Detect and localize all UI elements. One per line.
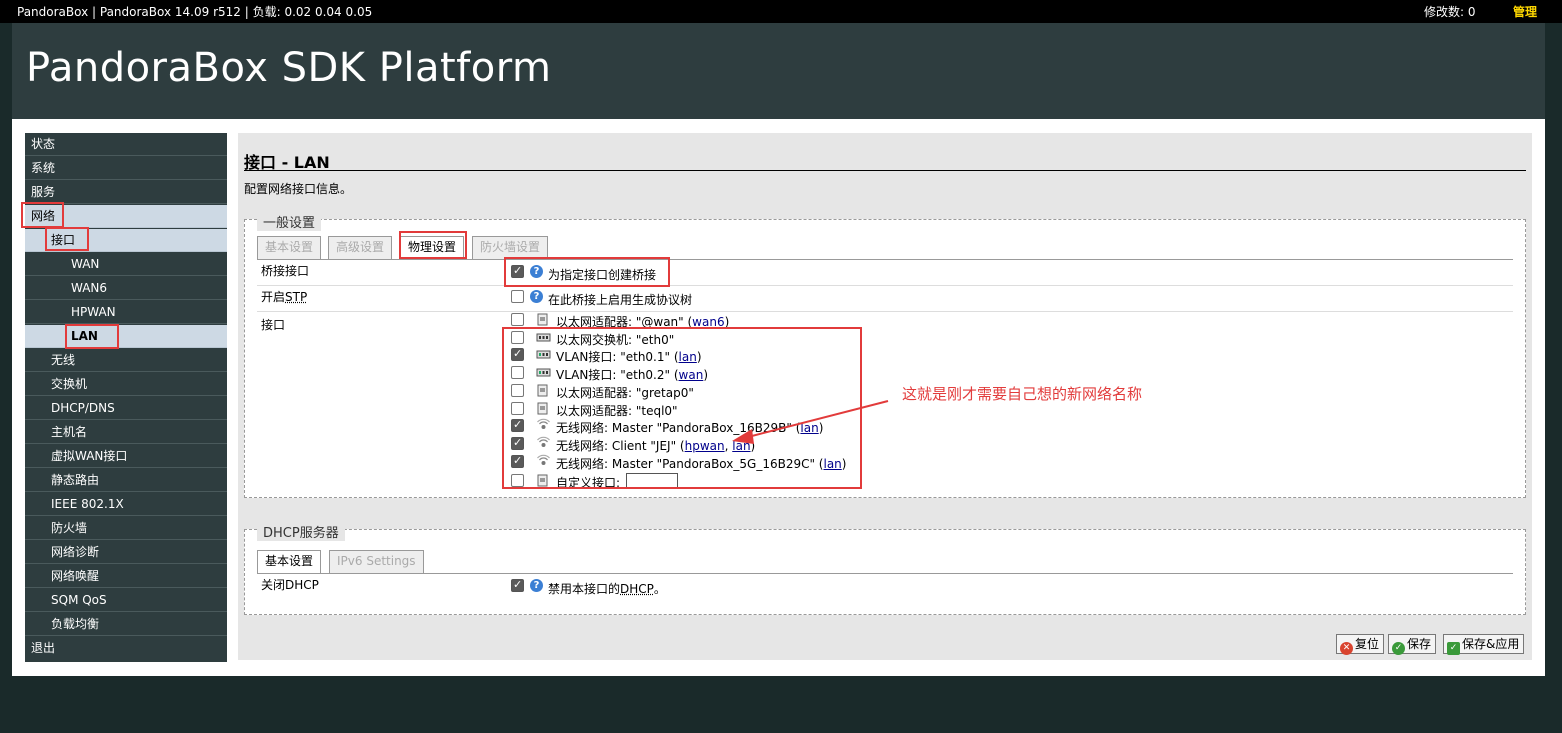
- annotation-text: 这就是刚才需要自己想的新网络名称: [902, 385, 1143, 403]
- save-apply-label: 保存&应用: [1462, 637, 1520, 651]
- reset-label: 复位: [1355, 637, 1380, 651]
- nav-iface-wan6[interactable]: WAN6: [25, 277, 227, 300]
- apply-icon: ✓: [1447, 642, 1460, 655]
- nav-wireless[interactable]: 无线: [25, 349, 227, 372]
- dhcp-disable-description: 禁用本接口的DHCP。: [548, 580, 666, 597]
- save-label: 保存: [1407, 637, 1432, 651]
- status-title: PandoraBox | PandoraBox 14.09 r512 | 负载:…: [17, 5, 373, 19]
- nav-diagnostics[interactable]: 网络诊断: [25, 541, 227, 564]
- dhcp-desc-prefix: 禁用本接口的: [548, 582, 621, 596]
- nav-iface-wan[interactable]: WAN: [25, 253, 227, 276]
- highlight-nav-lan: [65, 324, 119, 349]
- nav-logout[interactable]: 退出: [25, 637, 227, 660]
- nav-hostnames[interactable]: 主机名: [25, 421, 227, 444]
- top-status-bar: PandoraBox | PandoraBox 14.09 r512 | 负载:…: [0, 0, 1562, 23]
- save-button[interactable]: ✓ 保存: [1388, 634, 1437, 655]
- sidebar: 状态 系统 服务 网络 接口 WAN WAN6 HPWAN LAN 无线 交换机…: [21, 133, 227, 662]
- nav-wake-on-lan[interactable]: 网络唤醒: [25, 565, 227, 588]
- changes-count[interactable]: 修改数: 0: [1424, 3, 1476, 20]
- nav-load-balance[interactable]: 负载均衡: [25, 613, 227, 636]
- nav-ieee8021x[interactable]: IEEE 802.1X: [25, 493, 227, 516]
- nav-system[interactable]: 系统: [25, 157, 227, 180]
- save-apply-button[interactable]: ✓ 保存&应用: [1443, 634, 1525, 655]
- header: PandoraBox SDK Platform: [12, 23, 1545, 119]
- brand-title[interactable]: PandoraBox SDK Platform: [26, 45, 551, 91]
- dhcp-disable-label: 关闭DHCP: [261, 578, 319, 592]
- nav-iface-hpwan[interactable]: HPWAN: [25, 301, 227, 324]
- nav-switch[interactable]: 交换机: [25, 373, 227, 396]
- nav-firewall[interactable]: 防火墙: [25, 517, 227, 540]
- admin-link[interactable]: 管理: [1513, 3, 1537, 20]
- nav-services[interactable]: 服务: [25, 181, 227, 204]
- reset-button[interactable]: ✕ 复位: [1336, 634, 1385, 655]
- nav-status[interactable]: 状态: [25, 133, 227, 156]
- dhcp-disable-row: 关闭DHCP: [257, 574, 1513, 600]
- nav-sqm-qos[interactable]: SQM QoS: [25, 589, 227, 612]
- dhcp-desc-suffix: 。: [653, 582, 666, 596]
- reset-icon: ✕: [1340, 642, 1353, 655]
- nav-dhcp-dns[interactable]: DHCP/DNS: [25, 397, 227, 420]
- highlight-nav-interfaces: [45, 227, 89, 251]
- tab-dhcp-ipv6[interactable]: IPv6 Settings: [329, 550, 424, 573]
- dhcp-server-legend: DHCP服务器: [257, 522, 345, 541]
- highlight-nav-network: [21, 202, 64, 228]
- nav-virtual-wan[interactable]: 虚拟WAN接口: [25, 445, 227, 468]
- help-icon: ?: [530, 579, 543, 592]
- nav-static-routes[interactable]: 静态路由: [25, 469, 227, 492]
- nav-iface-lan[interactable]: LAN: [25, 325, 227, 348]
- dhcp-server-section: DHCP服务器 基本设置 IPv6 Settings 关闭DHCP ? 禁用本接…: [244, 522, 1526, 615]
- dhcp-desc-abbr: DHCP: [620, 582, 654, 596]
- dhcp-disable-checkbox[interactable]: [511, 578, 524, 592]
- save-icon: ✓: [1392, 642, 1405, 655]
- main-wrapper: 状态 系统 服务 网络 接口 WAN WAN6 HPWAN LAN 无线 交换机…: [12, 119, 1545, 676]
- content-panel: 接口 - LAN 配置网络接口信息。 一般设置 基本设置 高级设置 物理设置 防…: [238, 133, 1532, 660]
- tab-dhcp-basic[interactable]: 基本设置: [257, 550, 322, 574]
